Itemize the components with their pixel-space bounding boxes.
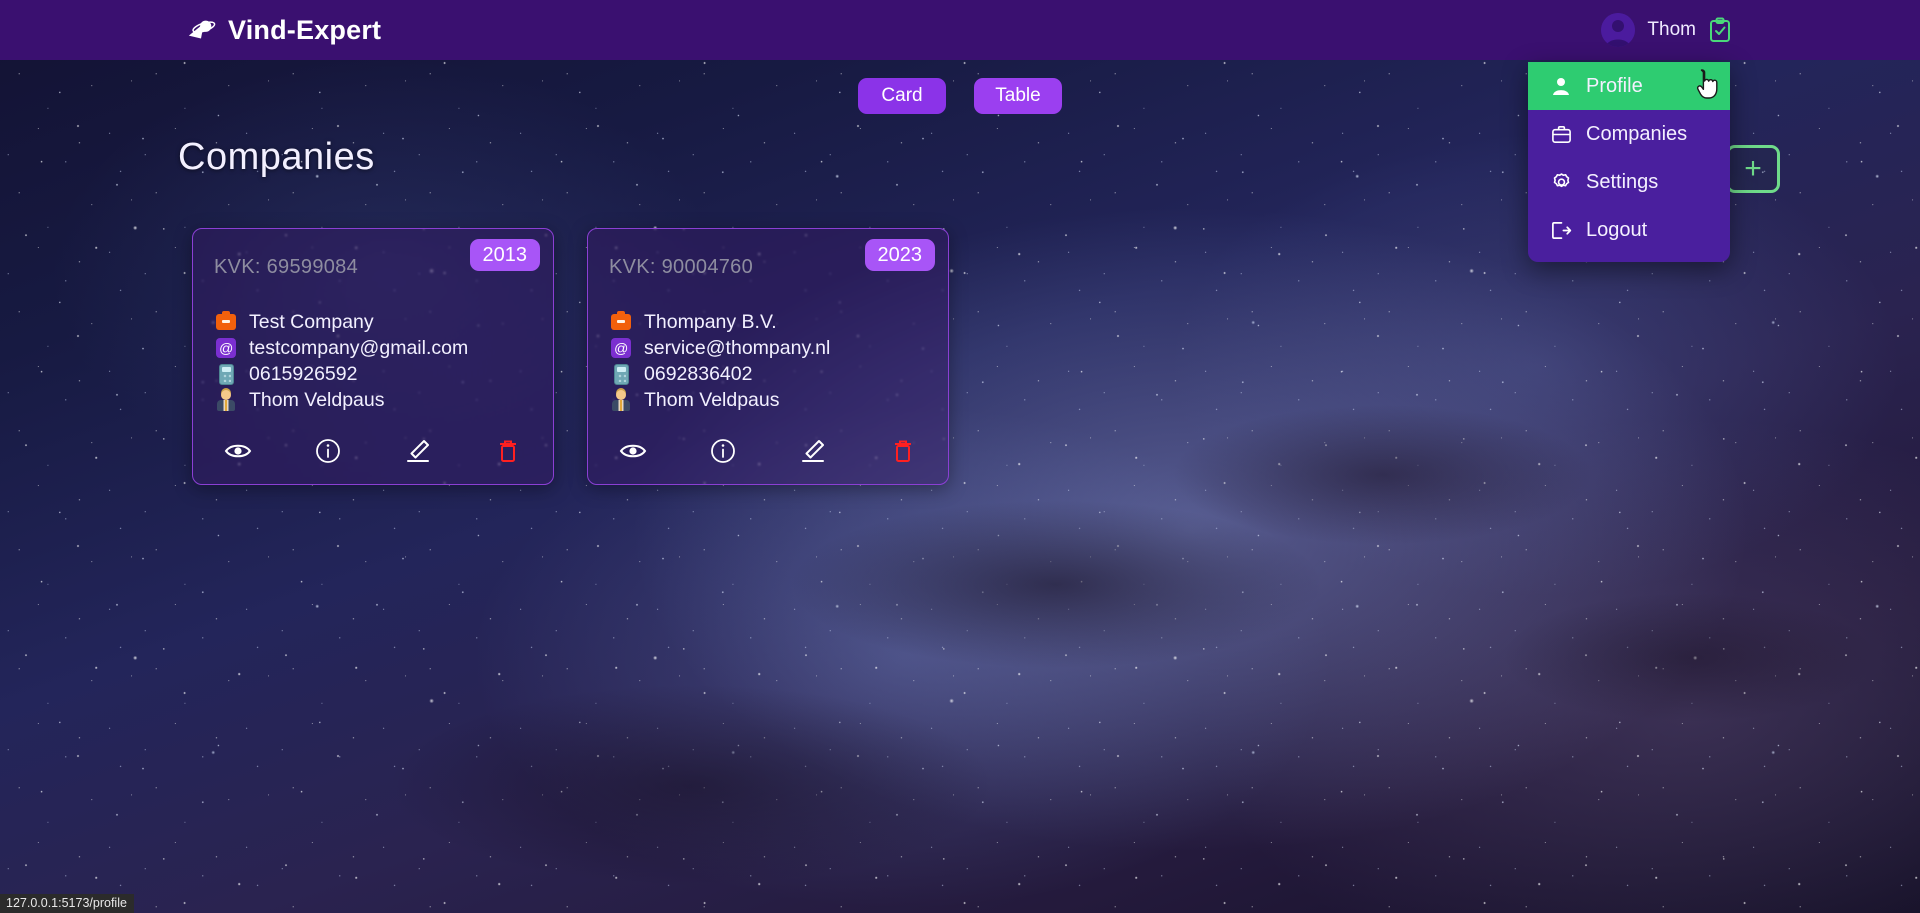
card-details: Thompany B.V. @ service@thompany.nl 0692…: [610, 309, 934, 413]
comet-swoosh-icon: [186, 15, 216, 45]
user-name: Thom: [1647, 19, 1696, 40]
view-icon[interactable]: [588, 437, 678, 465]
card-kvk: KVK: 69599084: [214, 256, 359, 278]
company-contact: Thom Veldpaus: [249, 388, 385, 411]
card-action-bar: [193, 434, 553, 468]
briefcase-icon: [1550, 123, 1572, 145]
menu-item-profile[interactable]: Profile: [1528, 62, 1730, 110]
person-icon: [1550, 75, 1572, 97]
brand-name: Vind-Expert: [228, 14, 382, 45]
status-bar-url: 127.0.0.1:5173/profile: [0, 894, 134, 913]
view-icon[interactable]: [193, 437, 283, 465]
card-row-contact: Thom Veldpaus: [215, 387, 539, 413]
header-user-area: Thom: [1601, 13, 1732, 47]
card-row-email: @ testcompany@gmail.com: [215, 335, 539, 361]
menu-item-label: Settings: [1586, 170, 1659, 193]
card-row-phone: 0615926592: [215, 361, 539, 387]
company-name: Thompany B.V.: [644, 310, 777, 333]
company-email: service@thompany.nl: [644, 336, 831, 359]
gear-icon: [1550, 171, 1572, 193]
info-icon[interactable]: [678, 434, 768, 468]
email-icon: @: [215, 337, 237, 359]
menu-item-settings[interactable]: Settings: [1528, 158, 1730, 206]
info-icon[interactable]: [283, 434, 373, 468]
briefcase-icon: [610, 311, 632, 333]
phone-icon: [215, 363, 237, 385]
card-view-button[interactable]: Card: [858, 78, 946, 114]
card-row-phone: 0692836402: [610, 361, 934, 387]
card-row-email: @ service@thompany.nl: [610, 335, 934, 361]
companies-card-list: KVK: 69599084 2013 Test Company @ testco…: [192, 228, 949, 485]
card-row-contact: Thom Veldpaus: [610, 387, 934, 413]
add-company-button[interactable]: +: [1726, 145, 1780, 193]
card-details: Test Company @ testcompany@gmail.com 061…: [215, 309, 539, 413]
edit-icon[interactable]: [373, 434, 463, 468]
menu-item-label: Logout: [1586, 218, 1648, 241]
phone-icon: [610, 363, 632, 385]
menu-item-companies[interactable]: Companies: [1528, 110, 1730, 158]
person-icon: [610, 389, 632, 411]
logout-icon: [1550, 219, 1572, 241]
table-row[interactable]: KVK: 90004760 2023 Thompany B.V. @ servi…: [587, 228, 949, 485]
person-icon: [215, 389, 237, 411]
card-kvk: KVK: 90004760: [609, 256, 754, 278]
plus-icon: +: [1744, 152, 1762, 185]
clipboard-check-icon[interactable]: [1708, 17, 1732, 43]
app-header: Vind-Expert Thom: [0, 0, 1920, 60]
status-badge: 2013: [469, 239, 540, 271]
company-email: testcompany@gmail.com: [249, 336, 469, 359]
company-contact: Thom Veldpaus: [644, 388, 780, 411]
brand-logo-link[interactable]: Vind-Expert: [186, 15, 381, 46]
table-row[interactable]: KVK: 69599084 2013 Test Company @ testco…: [192, 228, 554, 485]
card-row-name: Thompany B.V.: [610, 309, 934, 335]
table-view-button[interactable]: Table: [974, 78, 1062, 114]
edit-icon[interactable]: [768, 434, 858, 468]
company-phone: 0692836402: [644, 362, 753, 385]
menu-item-label: Companies: [1586, 122, 1688, 145]
delete-icon[interactable]: [858, 434, 948, 468]
menu-item-logout[interactable]: Logout: [1528, 206, 1730, 254]
page-title: Companies: [178, 136, 375, 178]
menu-item-label: Profile: [1586, 74, 1643, 97]
avatar[interactable]: [1601, 13, 1636, 47]
company-name: Test Company: [249, 310, 374, 333]
card-action-bar: [588, 434, 948, 468]
email-icon: @: [610, 337, 632, 359]
status-badge: 2023: [864, 239, 935, 271]
card-row-name: Test Company: [215, 309, 539, 335]
company-phone: 0615926592: [249, 362, 358, 385]
user-dropdown-menu: Profile Companies Settings Logout: [1528, 62, 1730, 262]
briefcase-icon: [215, 311, 237, 333]
delete-icon[interactable]: [463, 434, 553, 468]
